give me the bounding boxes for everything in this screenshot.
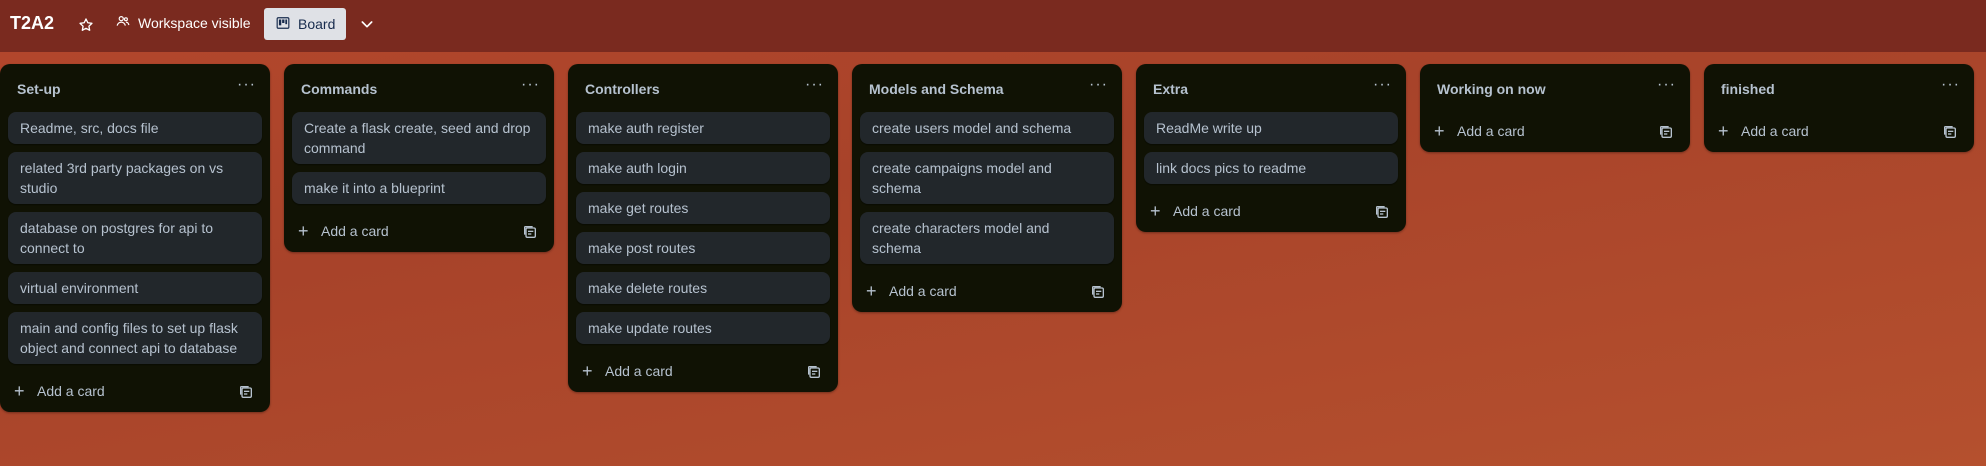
plus-icon: +: [298, 221, 309, 241]
card[interactable]: ReadMe write up: [1144, 112, 1398, 144]
card-list: Readme, src, docs file related 3rd party …: [0, 112, 270, 364]
list-header: Working on now ···: [1420, 64, 1690, 112]
add-card-label: Add a card: [889, 283, 957, 299]
list-title[interactable]: Working on now: [1437, 81, 1546, 97]
card-list: Create a flask create, seed and drop com…: [284, 112, 554, 204]
list-2: Controllers ··· make auth register make aut…: [568, 64, 838, 392]
add-card-button[interactable]: + Add a card: [568, 352, 838, 392]
list-title[interactable]: Set-up: [17, 81, 61, 97]
plus-icon: +: [1434, 121, 1445, 141]
add-card-button[interactable]: + Add a card: [1420, 112, 1690, 152]
list-header: Commands ···: [284, 64, 554, 112]
list-title[interactable]: Commands: [301, 81, 377, 97]
board-header: T2A2 Workspace visible Board: [0, 0, 1986, 52]
list-title[interactable]: finished: [1721, 81, 1775, 97]
plus-icon: +: [582, 361, 593, 381]
plus-icon: +: [1718, 121, 1729, 141]
template-icon[interactable]: [1374, 204, 1390, 220]
board-view-label: Board: [298, 16, 336, 32]
card[interactable]: make auth login: [576, 152, 830, 184]
board-icon: [276, 16, 290, 33]
add-card-label: Add a card: [321, 223, 389, 239]
people-icon: [116, 14, 130, 31]
card[interactable]: make auth register: [576, 112, 830, 144]
list-0: Set-up ··· Readme, src, docs file related 3…: [0, 64, 270, 412]
card[interactable]: make get routes: [576, 192, 830, 224]
more-menu-icon[interactable]: ···: [521, 76, 540, 94]
card[interactable]: database on postgres for api to connect …: [8, 212, 262, 264]
list-header: Controllers ···: [568, 64, 838, 112]
list-6: finished ··· + Add a card: [1704, 64, 1974, 152]
more-menu-icon[interactable]: ···: [1089, 76, 1108, 94]
list-title[interactable]: Extra: [1153, 81, 1188, 97]
card[interactable]: main and config files to set up flask ob…: [8, 312, 262, 364]
add-card-button[interactable]: + Add a card: [852, 272, 1122, 312]
card[interactable]: link docs pics to readme: [1144, 152, 1398, 184]
list-header: finished ···: [1704, 64, 1974, 112]
list-header: Models and Schema ···: [852, 64, 1122, 112]
template-icon[interactable]: [1942, 124, 1958, 140]
card[interactable]: Create a flask create, seed and drop com…: [292, 112, 546, 164]
add-card-label: Add a card: [37, 383, 105, 399]
list-4: Extra ··· ReadMe write up link docs pics to…: [1136, 64, 1406, 232]
plus-icon: +: [14, 381, 25, 401]
template-icon[interactable]: [806, 364, 822, 380]
add-card-label: Add a card: [1741, 123, 1809, 139]
card-list: ReadMe write up link docs pics to readme: [1136, 112, 1406, 184]
visibility-label: Workspace visible: [138, 14, 251, 31]
more-menu-icon[interactable]: ···: [1941, 76, 1960, 94]
more-menu-icon[interactable]: ···: [1657, 76, 1676, 94]
card[interactable]: create campaigns model and schema: [860, 152, 1114, 204]
chevron-down-icon[interactable]: [355, 12, 379, 36]
card[interactable]: related 3rd party packages on vs studio: [8, 152, 262, 204]
card-list: make auth register make auth login make ge…: [568, 112, 838, 344]
plus-icon: +: [866, 281, 877, 301]
card[interactable]: make post routes: [576, 232, 830, 264]
visibility-button[interactable]: Workspace visible: [116, 14, 251, 31]
list-header: Extra ···: [1136, 64, 1406, 112]
list-title[interactable]: Models and Schema: [869, 81, 1004, 97]
add-card-label: Add a card: [605, 363, 673, 379]
template-icon[interactable]: [522, 224, 538, 240]
list-3: Models and Schema ··· create users model a…: [852, 64, 1122, 312]
more-menu-icon[interactable]: ···: [1373, 76, 1392, 94]
list-title[interactable]: Controllers: [585, 81, 660, 97]
board-view-button[interactable]: Board: [264, 8, 346, 40]
list-header: Set-up ···: [0, 64, 270, 112]
card[interactable]: make update routes: [576, 312, 830, 344]
more-menu-icon[interactable]: ···: [805, 76, 824, 94]
card[interactable]: make it into a blueprint: [292, 172, 546, 204]
add-card-button[interactable]: + Add a card: [0, 372, 270, 412]
star-icon[interactable]: [75, 14, 97, 36]
plus-icon: +: [1150, 201, 1161, 221]
card[interactable]: Readme, src, docs file: [8, 112, 262, 144]
template-icon[interactable]: [238, 384, 254, 400]
add-card-label: Add a card: [1173, 203, 1241, 219]
add-card-button[interactable]: + Add a card: [284, 212, 554, 252]
card-list: create users model and schema create camp…: [852, 112, 1122, 264]
list-1: Commands ··· Create a flask create, seed a…: [284, 64, 554, 252]
template-icon[interactable]: [1658, 124, 1674, 140]
card[interactable]: make delete routes: [576, 272, 830, 304]
card[interactable]: create users model and schema: [860, 112, 1114, 144]
board-title[interactable]: T2A2: [10, 13, 54, 34]
template-icon[interactable]: [1090, 284, 1106, 300]
card[interactable]: virtual environment: [8, 272, 262, 304]
add-card-button[interactable]: + Add a card: [1704, 112, 1974, 152]
card[interactable]: create characters model and schema: [860, 212, 1114, 264]
add-card-button[interactable]: + Add a card: [1136, 192, 1406, 232]
more-menu-icon[interactable]: ···: [237, 76, 256, 94]
add-card-label: Add a card: [1457, 123, 1525, 139]
list-5: Working on now ··· + Add a card: [1420, 64, 1690, 152]
